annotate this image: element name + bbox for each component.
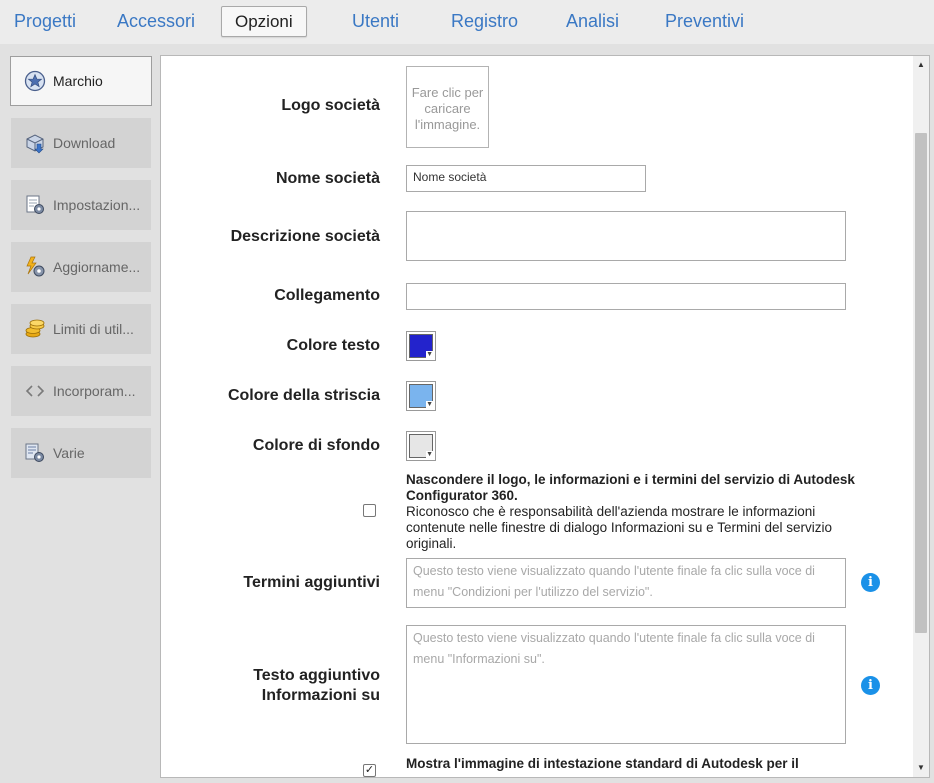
background-color-label: Colore di sfondo xyxy=(252,437,380,454)
hide-logo-notice: Nascondere il logo, le informazioni e i … xyxy=(406,472,866,552)
company-name-input[interactable]: Nome società xyxy=(406,165,646,192)
options-panel: Logo società Fare clic per caricare l'im… xyxy=(160,55,930,778)
dropdown-arrow-icon: ▼ xyxy=(426,401,433,408)
sidebar-item-label: Aggiorname... xyxy=(53,259,141,275)
hide-logo-title: Nascondere il logo, le informazioni e i … xyxy=(406,472,855,503)
company-description-input[interactable] xyxy=(406,211,846,261)
star-badge-icon xyxy=(23,69,47,93)
coins-icon xyxy=(23,317,47,341)
info-icon[interactable]: i xyxy=(861,573,880,592)
additional-terms-label: Termini aggiuntivi xyxy=(243,574,380,591)
link-label: Collegamento xyxy=(274,287,380,304)
sidebar-item-label: Impostazion... xyxy=(53,197,141,213)
sidebar-item-marchio[interactable]: Marchio xyxy=(10,56,152,106)
tab-opzioni[interactable]: Opzioni xyxy=(221,6,307,37)
download-box-icon xyxy=(23,131,47,155)
tab-analisi[interactable]: Analisi xyxy=(562,0,623,42)
about-text-input[interactable]: Questo testo viene visualizzato quando l… xyxy=(406,625,846,744)
additional-terms-input[interactable]: Questo testo viene visualizzato quando l… xyxy=(406,558,846,608)
text-color-label: Colore testo xyxy=(286,337,380,354)
header-image-checkbox[interactable]: ✓ xyxy=(363,764,376,777)
dropdown-arrow-icon: ▼ xyxy=(426,351,433,358)
about-label-line2: Informazioni su xyxy=(261,687,380,704)
background-color-picker[interactable]: ▼ xyxy=(406,431,436,461)
logo-upload[interactable]: Fare clic per caricare l'immagine. xyxy=(406,66,489,148)
about-label-line1: Testo aggiuntivo xyxy=(253,667,380,684)
about-text-label: Testo aggiuntivo Informazioni su xyxy=(253,666,380,706)
header-image-text: Mostra l'immagine di intestazione standa… xyxy=(406,756,799,771)
sidebar-item-incorporamento[interactable]: Incorporam... xyxy=(11,366,151,416)
settings-page-icon xyxy=(23,193,47,217)
company-description-label: Descrizione società xyxy=(230,228,380,245)
sidebar-item-label: Incorporam... xyxy=(53,383,136,399)
header-image-notice: Mostra l'immagine di intestazione standa… xyxy=(406,756,866,772)
update-gear-icon xyxy=(23,255,47,279)
logo-label: Logo società xyxy=(281,97,380,114)
hide-logo-body: Riconosco che è responsabilità dell'azie… xyxy=(406,504,832,551)
sidebar-item-aggiornamenti[interactable]: Aggiorname... xyxy=(11,242,151,292)
hide-logo-checkbox[interactable] xyxy=(363,504,376,517)
scrollbar[interactable]: ▲ ▼ xyxy=(913,56,929,777)
tab-utenti[interactable]: Utenti xyxy=(348,0,403,42)
tab-preventivi[interactable]: Preventivi xyxy=(661,0,748,42)
sidebar-item-label: Download xyxy=(53,135,116,151)
embed-code-icon xyxy=(23,379,47,403)
dropdown-arrow-icon: ▼ xyxy=(426,451,433,458)
info-icon[interactable]: i xyxy=(861,676,880,695)
top-nav: Progetti Accessori Opzioni Utenti Regist… xyxy=(0,0,934,44)
tab-progetti[interactable]: Progetti xyxy=(10,0,80,42)
scroll-down-arrow-icon[interactable]: ▼ xyxy=(916,763,926,773)
tab-registro[interactable]: Registro xyxy=(447,0,522,42)
sidebar-item-label: Marchio xyxy=(53,73,103,89)
strip-color-picker[interactable]: ▼ xyxy=(406,381,436,411)
misc-settings-icon xyxy=(23,441,47,465)
sidebar-item-label: Limiti di util... xyxy=(53,321,134,337)
tab-accessori[interactable]: Accessori xyxy=(113,0,199,42)
sidebar-item-download[interactable]: Download xyxy=(11,118,151,168)
scroll-up-arrow-icon[interactable]: ▲ xyxy=(916,60,926,70)
sidebar-item-varie[interactable]: Varie xyxy=(11,428,151,478)
link-input[interactable] xyxy=(406,283,846,310)
scrollbar-thumb[interactable] xyxy=(915,133,927,633)
company-name-label: Nome società xyxy=(275,170,380,187)
text-color-picker[interactable]: ▼ xyxy=(406,331,436,361)
sidebar-item-limiti[interactable]: Limiti di util... xyxy=(11,304,151,354)
sidebar-item-impostazioni[interactable]: Impostazion... xyxy=(11,180,151,230)
strip-color-label: Colore della striscia xyxy=(227,387,380,404)
sidebar-item-label: Varie xyxy=(53,445,85,461)
